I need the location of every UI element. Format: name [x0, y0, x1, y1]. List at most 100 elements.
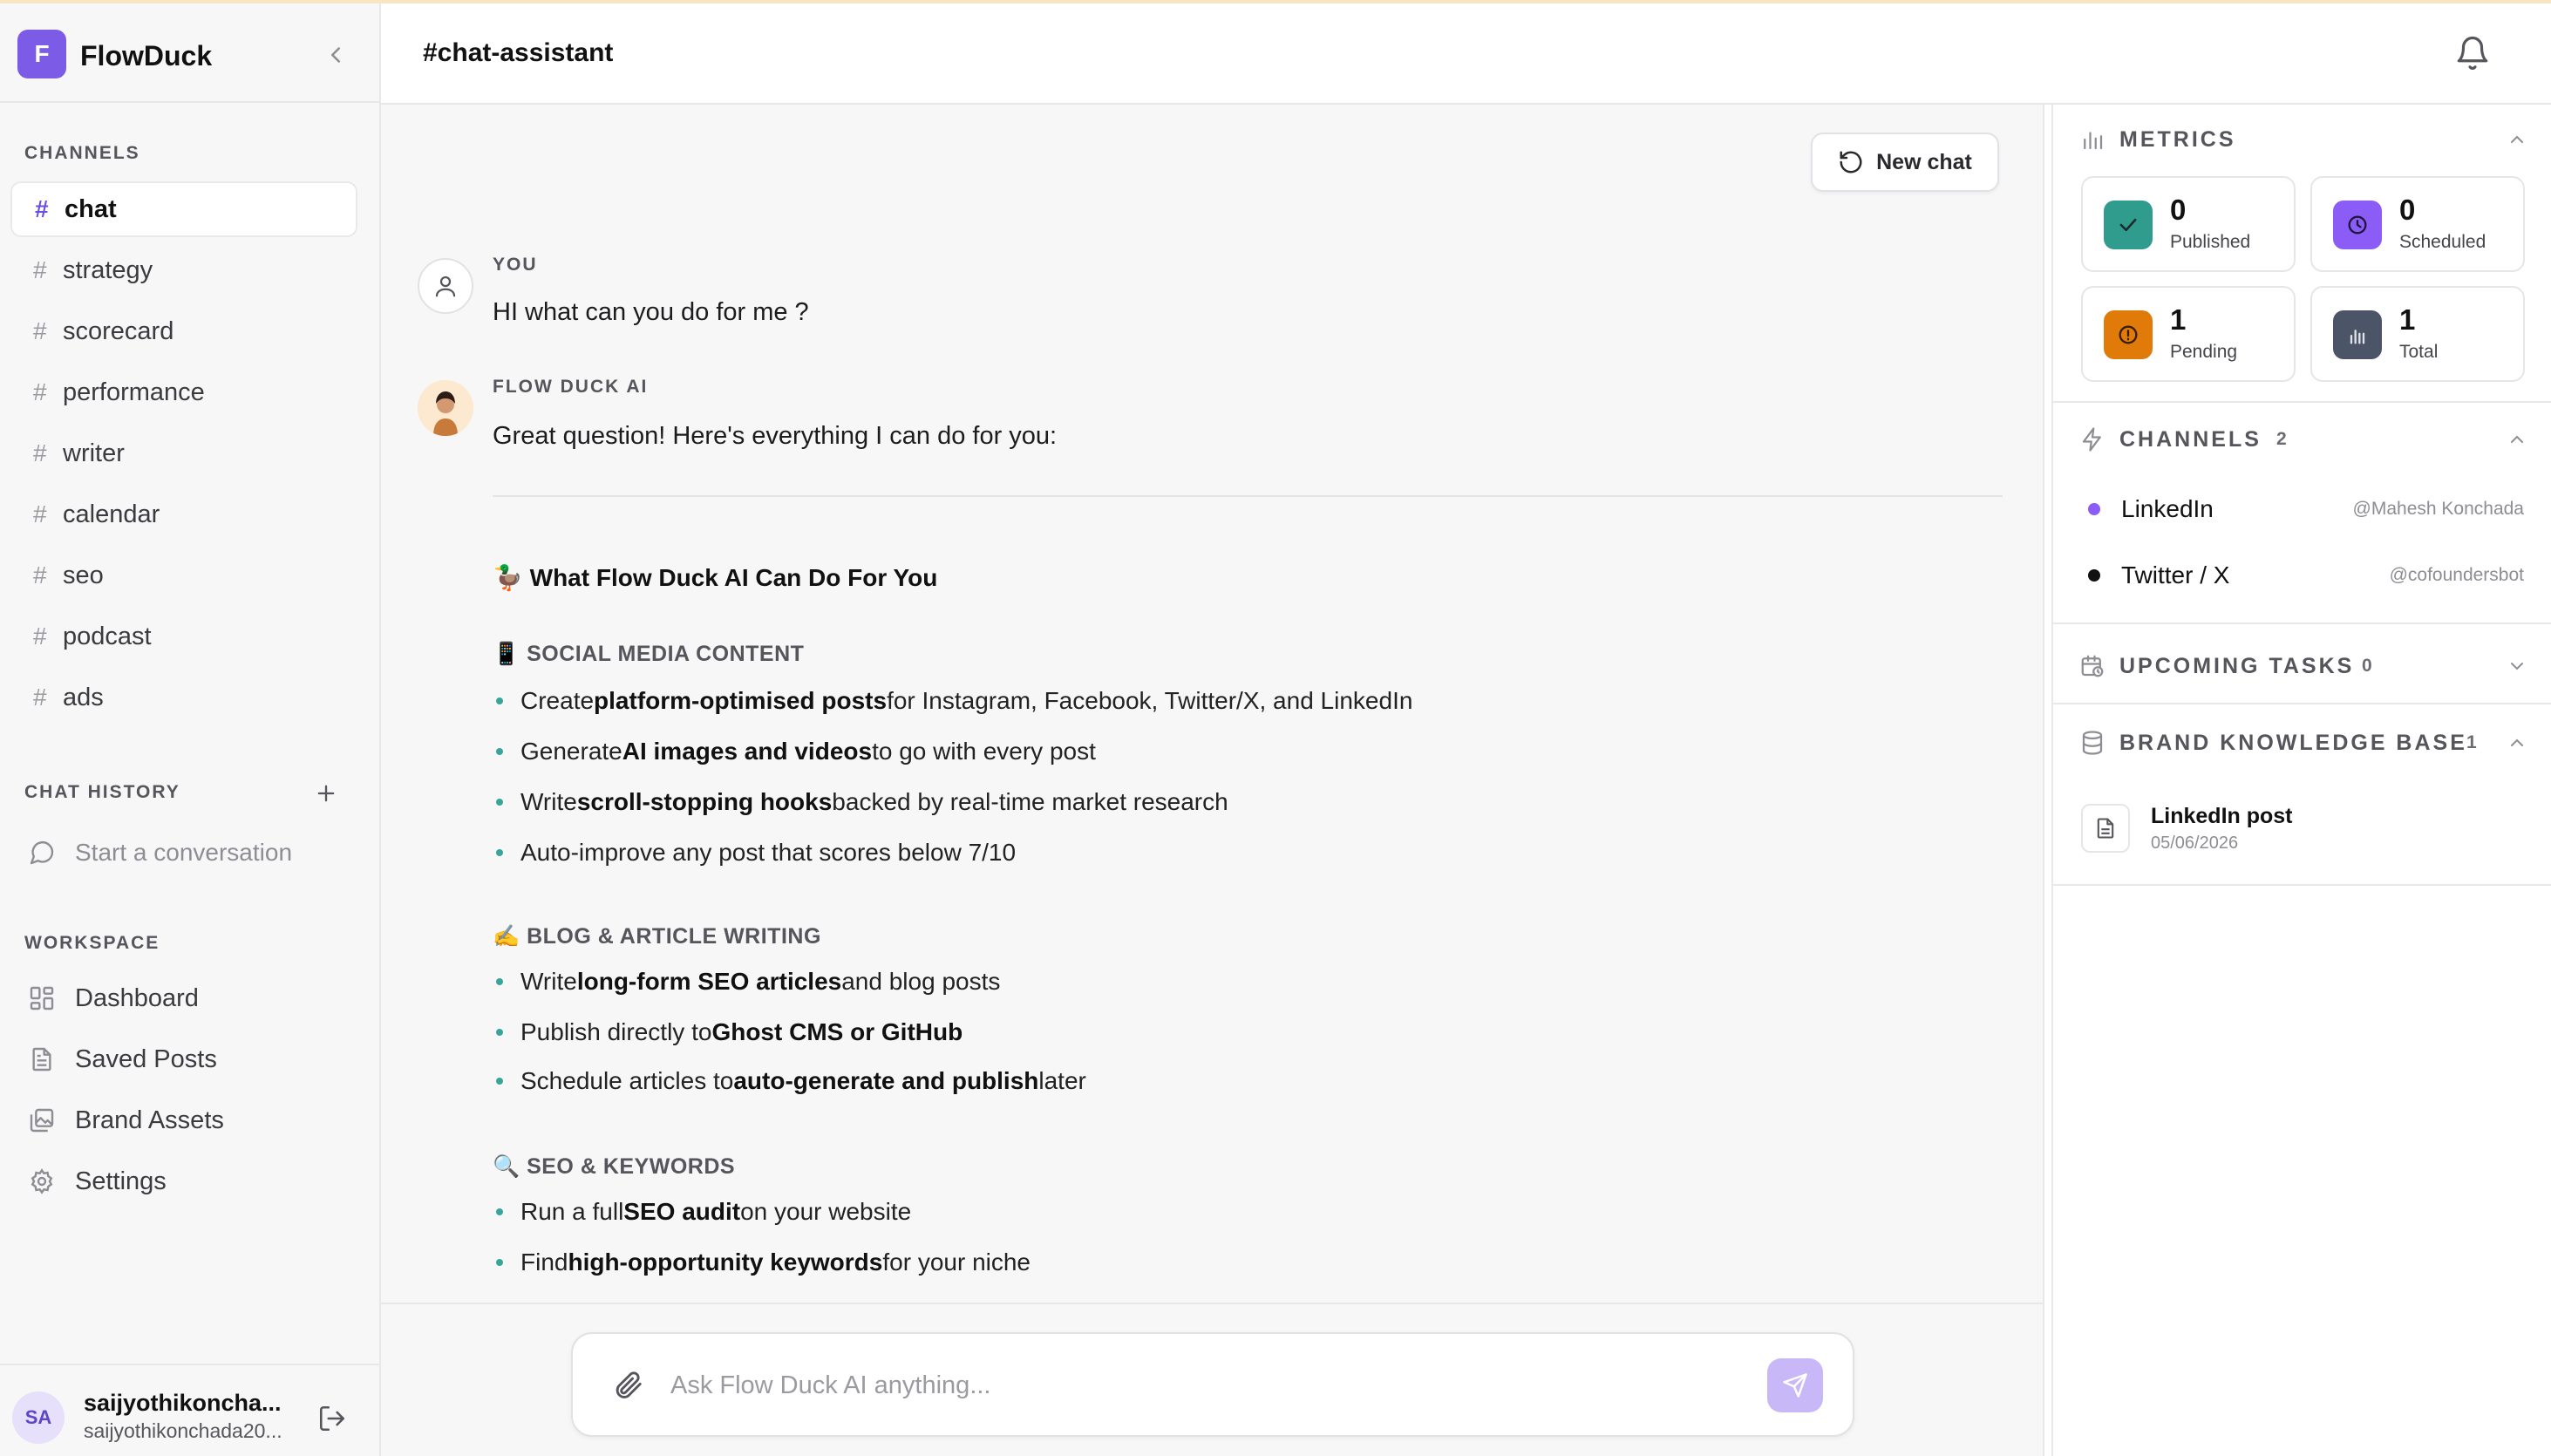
kb-title: BRAND KNOWLEDGE BASE	[2119, 730, 2467, 755]
metric-label: Total	[2399, 342, 2439, 362]
metric-card-pending: 1 Pending	[2081, 286, 2296, 382]
chevron-down-icon[interactable]	[2507, 656, 2527, 677]
status-dot	[2088, 569, 2100, 582]
chat-input[interactable]	[670, 1365, 1717, 1405]
clock-icon	[2333, 201, 2382, 249]
metrics-title: METRICS	[2119, 126, 2236, 152]
hash-icon: #	[35, 195, 49, 222]
metric-card-published: 0 Published	[2081, 176, 2296, 272]
brand-knowledge-base-header[interactable]: BRAND KNOWLEDGE BASE 1	[2053, 717, 2551, 769]
logout-icon[interactable]	[317, 1404, 347, 1433]
kb-count: 1	[2466, 732, 2477, 752]
brand-logo: F	[17, 30, 66, 78]
bullet-dot	[496, 697, 503, 704]
document-icon	[32, 1047, 51, 1072]
page-title: #chat-assistant	[423, 38, 614, 67]
workspace-item-dashboard[interactable]: Dashboard	[28, 976, 199, 1020]
channels-header[interactable]: CHANNELS 2	[2053, 413, 2551, 466]
bullet-dot	[496, 849, 503, 856]
dashboard-icon	[30, 986, 54, 1010]
user-message: HI what can you do for me ?	[493, 298, 809, 326]
channel-item-scorecard[interactable]: # scorecard	[10, 303, 357, 359]
connection-handle: @Mahesh Konchada	[2352, 499, 2524, 519]
new-chat-label: New chat	[1876, 149, 1972, 174]
image-icon	[30, 1108, 54, 1133]
channel-item-seo[interactable]: # seo	[10, 548, 357, 603]
lightning-icon	[2082, 427, 2101, 452]
metric-label: Published	[2170, 232, 2251, 252]
list-item: Publish directly to Ghost CMS or GitHub	[493, 1018, 963, 1046]
divider	[2053, 703, 2551, 704]
start-conversation-label: Start a conversation	[75, 839, 293, 866]
workspace-item-saved-posts[interactable]: Saved Posts	[28, 1038, 217, 1081]
document-icon	[2081, 804, 2130, 853]
hash-icon: #	[33, 378, 47, 405]
gear-icon	[31, 1168, 53, 1194]
upcoming-tasks-header[interactable]: UPCOMING TASKS 0	[2053, 640, 2551, 692]
channel-label: ads	[63, 683, 104, 711]
kb-item[interactable]: LinkedIn post 05/06/2026	[2081, 802, 2526, 858]
divider	[2053, 623, 2551, 624]
bullet-dot	[496, 1029, 503, 1036]
message-divider	[493, 495, 2003, 497]
bullet-dot	[496, 1078, 503, 1085]
bell-icon[interactable]	[2454, 35, 2491, 71]
hash-icon: #	[33, 500, 47, 527]
ai-response-heading: 🦆 What Flow Duck AI Can Do For You	[493, 564, 938, 591]
metric-value: 0	[2170, 194, 2187, 226]
database-icon	[2082, 731, 2103, 755]
chevron-up-icon[interactable]	[2507, 129, 2527, 150]
bullet-dot	[496, 1208, 503, 1215]
workspace-label: Saved Posts	[75, 1044, 217, 1073]
metrics-header[interactable]: METRICS	[2053, 113, 2551, 166]
workspace-label: Dashboard	[75, 983, 199, 1012]
channel-label: podcast	[63, 622, 152, 650]
list-item: Generate AI images and videos to go with…	[493, 738, 1096, 765]
connection-twitter[interactable]: Twitter / X @cofoundersbot	[2088, 556, 2524, 595]
channel-item-calendar[interactable]: # calendar	[10, 486, 357, 542]
section-heading-social: 📱 SOCIAL MEDIA CONTENT	[493, 642, 805, 666]
workspace-label: Settings	[75, 1167, 167, 1195]
channels-title: CHANNELS	[2119, 426, 2262, 452]
channel-item-ads[interactable]: # ads	[10, 670, 357, 725]
message-role-you: YOU	[493, 255, 538, 275]
workspace-item-settings[interactable]: Settings	[28, 1160, 167, 1203]
paperclip-icon[interactable]	[611, 1369, 644, 1402]
workspace-item-brand-assets[interactable]: Brand Assets	[28, 1099, 224, 1142]
connection-handle: @cofoundersbot	[2389, 565, 2524, 585]
chevron-up-icon[interactable]	[2507, 429, 2527, 450]
metric-value: 1	[2170, 303, 2187, 336]
hash-icon: #	[33, 684, 47, 711]
list-item: Write long-form SEO articles and blog po…	[493, 968, 1000, 996]
channel-item-writer[interactable]: # writer	[10, 425, 357, 481]
channel-item-strategy[interactable]: # strategy	[10, 242, 357, 298]
channel-item-podcast[interactable]: # podcast	[10, 609, 357, 664]
bullet-dot	[496, 1259, 503, 1266]
message-role-ai: FLOW DUCK AI	[493, 377, 649, 397]
refresh-icon	[1840, 151, 1862, 173]
hash-icon: #	[33, 623, 47, 650]
user-profile-bar: SA saijyothikoncha... saijyothikonchada2…	[0, 1364, 379, 1456]
channel-item-chat[interactable]: # chat	[10, 181, 357, 237]
list-item: Auto-improve any post that scores below …	[493, 839, 1016, 867]
channel-item-performance[interactable]: # performance	[10, 364, 357, 420]
message-composer	[571, 1332, 1854, 1437]
brand-name: FlowDuck	[80, 40, 213, 71]
workspace-label: Brand Assets	[75, 1106, 224, 1134]
hash-icon: #	[33, 256, 47, 283]
avatar[interactable]: SA	[12, 1391, 65, 1444]
chevron-left-icon[interactable]	[323, 42, 349, 68]
new-chat-button[interactable]: New chat	[1811, 133, 1999, 192]
send-button[interactable]	[1767, 1358, 1823, 1412]
connection-linkedin[interactable]: LinkedIn @Mahesh Konchada	[2088, 490, 2524, 528]
ai-intro: Great question! Here's everything I can …	[493, 422, 1058, 450]
start-conversation-item[interactable]: Start a conversation	[28, 839, 292, 867]
message-circle-icon	[30, 841, 54, 865]
plus-icon[interactable]	[314, 781, 338, 806]
list-item: Create platform-optimised posts for Inst…	[493, 687, 1412, 715]
list-item: Find high-opportunity keywords for your …	[493, 1248, 1031, 1276]
channel-label: strategy	[63, 255, 153, 284]
chevron-up-icon[interactable]	[2507, 732, 2527, 753]
metric-value: 1	[2399, 303, 2416, 336]
metric-card-scheduled: 0 Scheduled	[2310, 176, 2525, 272]
